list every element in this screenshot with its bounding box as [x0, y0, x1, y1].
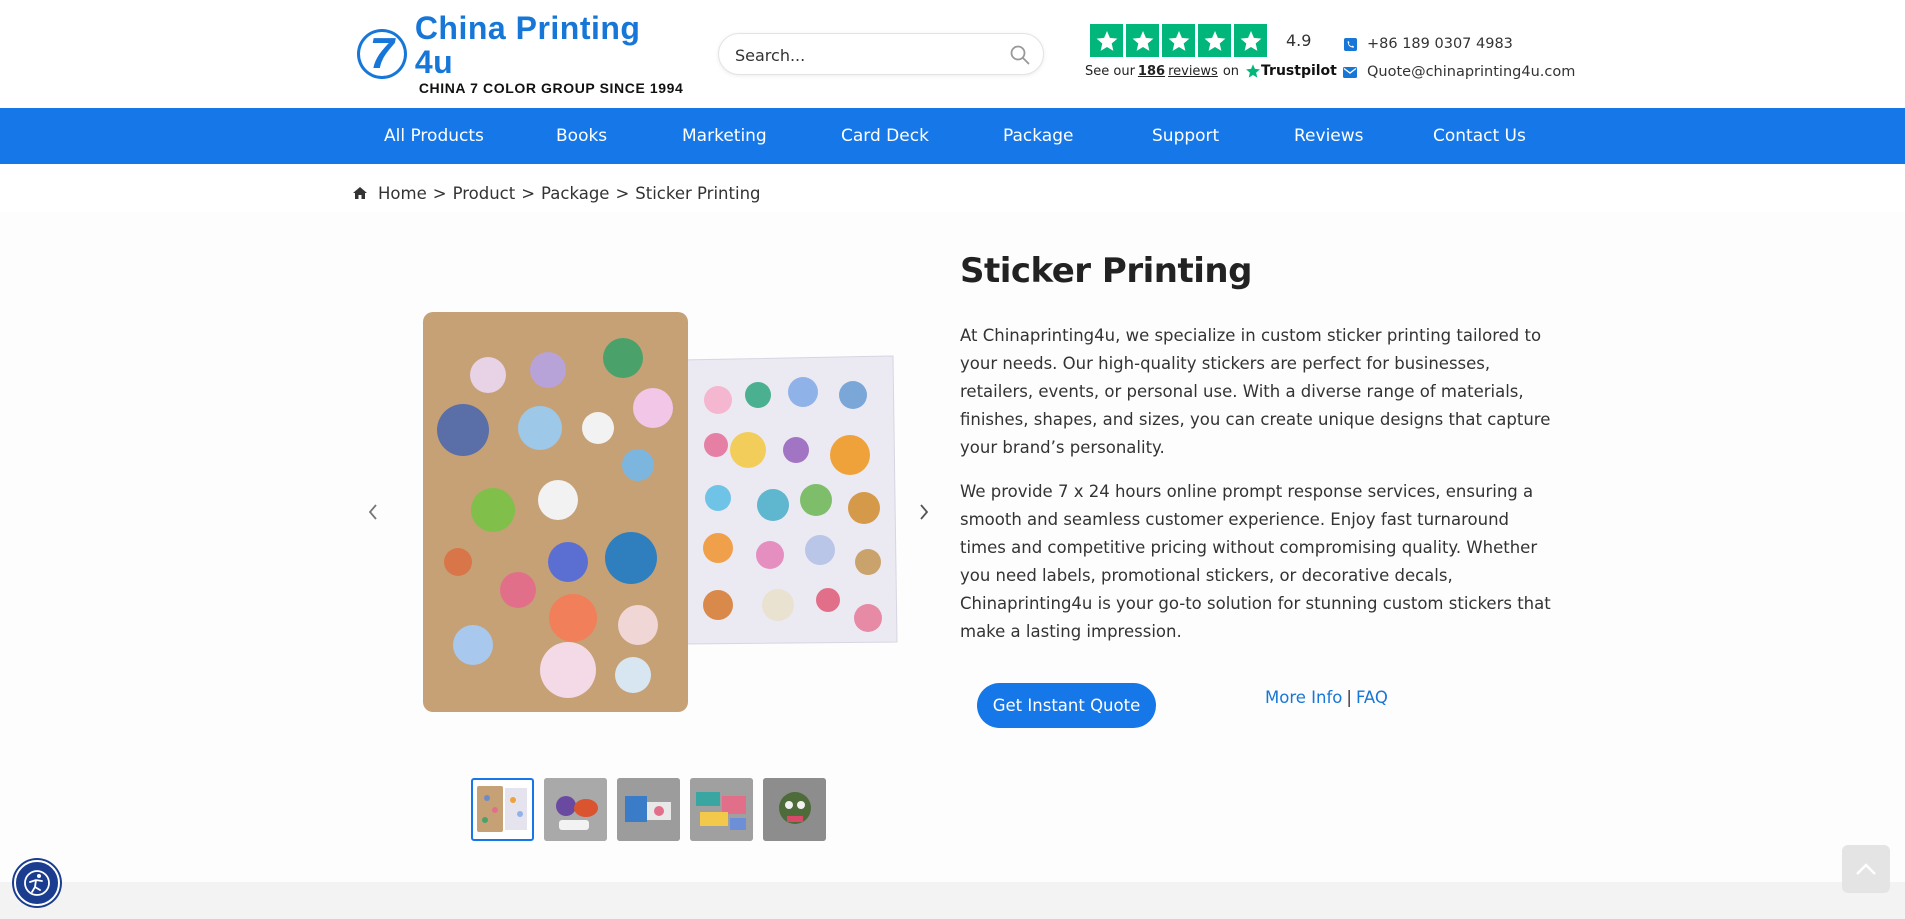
thumbnail-3[interactable] [617, 778, 680, 841]
trustpilot-widget[interactable]: 4.9 See our 186 reviews on Trustpilot [1085, 24, 1337, 82]
search-box [718, 33, 1044, 75]
search-input[interactable] [735, 44, 995, 66]
thumbnail-4[interactable] [690, 778, 753, 841]
nav-item-all-products[interactable]: All Products [384, 108, 484, 164]
nav-item-contact-us[interactable]: Contact Us [1433, 108, 1526, 164]
site-header: 7 China Printing 4u CHINA 7 COLOR GROUP … [0, 0, 1905, 108]
contact-info: +86 189 0307 4983 Quote@chinaprinting4u.… [1343, 30, 1583, 86]
thumbnail-5[interactable] [763, 778, 826, 841]
home-icon[interactable] [352, 186, 368, 200]
accessibility-icon [24, 870, 50, 896]
trustpilot-reviews-line: See our 186 reviews on Trustpilot [1085, 63, 1337, 79]
gallery-next-arrow[interactable] [912, 500, 936, 524]
phone-row[interactable]: +86 189 0307 4983 [1343, 30, 1583, 58]
star-icon [1198, 24, 1231, 57]
thumbnail-1[interactable] [471, 778, 534, 841]
search-icon[interactable] [1009, 44, 1031, 66]
email-address: Quote@chinaprinting4u.com [1367, 64, 1576, 80]
site-logo[interactable]: 7 China Printing 4u CHINA 7 COLOR GROUP … [357, 11, 687, 96]
phone-number: +86 189 0307 4983 [1367, 36, 1513, 52]
description-paragraph: At Chinaprinting4u, we specialize in cus… [960, 326, 1551, 457]
kraft-sticker-sheet [423, 312, 688, 712]
thumbnail-strip [471, 778, 826, 842]
back-to-top-button[interactable] [1842, 845, 1890, 893]
product-description: At Chinaprinting4u, we specialize in cus… [960, 322, 1560, 662]
phone-icon [1343, 37, 1357, 51]
nav-item-marketing[interactable]: Marketing [682, 108, 767, 164]
nav-item-card-deck[interactable]: Card Deck [841, 108, 929, 164]
product-title: Sticker Printing [960, 251, 1252, 291]
star-icon [1090, 24, 1123, 57]
breadcrumb-home[interactable]: Home [378, 184, 427, 203]
info-links: More Info | FAQ [1265, 688, 1388, 707]
description-paragraph: We provide 7 x 24 hours online prompt re… [960, 482, 1551, 641]
get-instant-quote-button[interactable]: Get Instant Quote [977, 683, 1156, 728]
more-info-link[interactable]: More Info [1265, 688, 1342, 707]
logo-title: China Printing 4u [414, 10, 641, 80]
thumbnail-2[interactable] [544, 778, 607, 841]
gallery-prev-arrow[interactable] [361, 500, 385, 524]
faq-link[interactable]: FAQ [1356, 688, 1388, 707]
nav-item-package[interactable]: Package [1003, 108, 1073, 164]
nav-item-books[interactable]: Books [556, 108, 607, 164]
nav-item-reviews[interactable]: Reviews [1294, 108, 1364, 164]
main-nav: All Products Books Marketing Card Deck P… [0, 108, 1905, 164]
footer-strip [0, 882, 1905, 919]
trustpilot-score: 4.9 [1286, 31, 1312, 50]
breadcrumb-current: Sticker Printing [635, 183, 761, 203]
accessibility-button[interactable] [14, 860, 60, 906]
star-icon [1162, 24, 1195, 57]
review-count[interactable]: 186 [1138, 64, 1165, 79]
logo-tagline: CHINA 7 COLOR GROUP SINCE 1994 [418, 80, 684, 96]
trustpilot-logo: Trustpilot [1245, 63, 1337, 79]
trustpilot-star-icon [1246, 64, 1260, 78]
nav-item-support[interactable]: Support [1152, 108, 1219, 164]
logo-mark: 7 [357, 29, 407, 79]
breadcrumb-package[interactable]: Package [541, 184, 609, 203]
star-icon [1126, 24, 1159, 57]
holographic-sticker-sheet [679, 355, 898, 645]
reviews-link[interactable]: reviews [1168, 64, 1218, 79]
content-area [0, 212, 1905, 882]
star-icon [1234, 24, 1267, 57]
breadcrumb: Home > Product > Package > Sticker Print… [352, 181, 761, 205]
email-row[interactable]: Quote@chinaprinting4u.com [1343, 58, 1583, 86]
chevron-up-icon [1856, 863, 1876, 875]
trustpilot-stars [1090, 24, 1267, 57]
breadcrumb-product[interactable]: Product [453, 184, 516, 203]
email-icon [1343, 65, 1357, 79]
product-main-image[interactable] [418, 300, 898, 725]
